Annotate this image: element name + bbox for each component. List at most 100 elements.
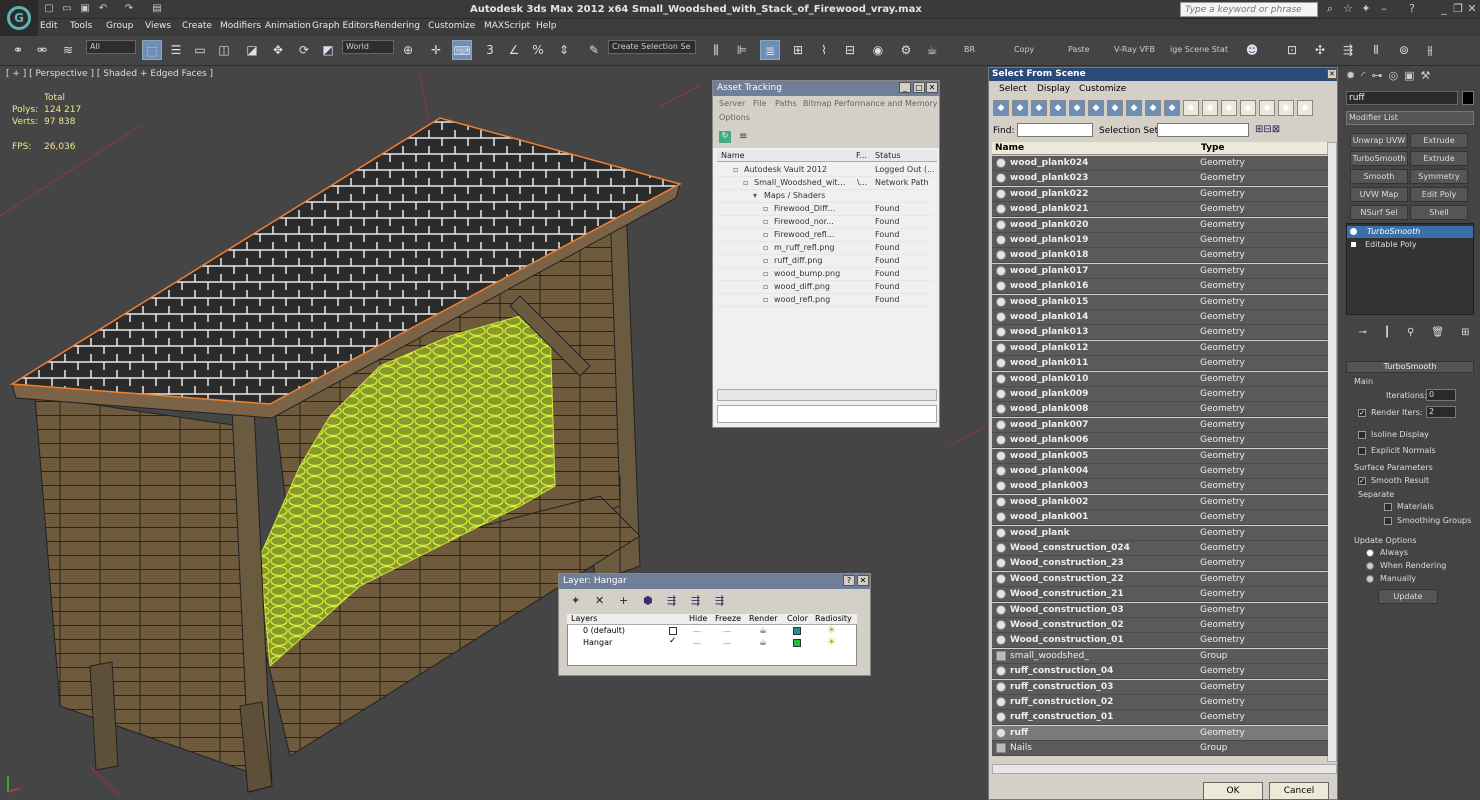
modifier-list-dropdown[interactable]: Modifier List bbox=[1346, 111, 1474, 125]
object-name-field[interactable]: ruff bbox=[1346, 91, 1458, 105]
selection-filter-dropdown[interactable]: All bbox=[86, 40, 136, 54]
reference-coord-dropdown[interactable]: World bbox=[342, 40, 394, 54]
always-radio[interactable] bbox=[1366, 549, 1374, 557]
freeze-toggle-icon[interactable]: — bbox=[723, 639, 731, 648]
percent-snap-icon[interactable]: % bbox=[528, 40, 548, 60]
find-case-icon[interactable]: ◆ bbox=[1297, 100, 1313, 116]
find-input[interactable] bbox=[1017, 123, 1093, 137]
display-lights-icon[interactable]: ◆ bbox=[1031, 100, 1047, 116]
scene-object-row[interactable]: wood_plank008 Geometry bbox=[992, 402, 1328, 418]
selection-set-dropdown[interactable] bbox=[1157, 123, 1249, 137]
asset-menu-file[interactable]: File bbox=[753, 99, 766, 108]
star-icon[interactable]: ☆ bbox=[1340, 2, 1356, 17]
link-icon[interactable]: ⚭ bbox=[8, 40, 28, 60]
object-color-swatch[interactable] bbox=[1462, 91, 1474, 105]
copy-button[interactable]: Copy bbox=[1014, 45, 1034, 54]
menu-animation[interactable]: Animation bbox=[265, 21, 311, 31]
create-tab-icon[interactable]: ✹ bbox=[1346, 69, 1355, 85]
scene-object-row[interactable]: wood_plank019 Geometry bbox=[992, 233, 1328, 248]
modifier-button-nsurf-sel[interactable]: NSurf Sel bbox=[1350, 205, 1408, 220]
asset-row[interactable]: ▫ Small_Woodshed_wit... \... Network Path bbox=[717, 177, 933, 190]
asset-row[interactable]: ▫ Firewood_Diff... Found bbox=[717, 203, 933, 216]
scene-object-row[interactable]: wood_plank024 Geometry bbox=[992, 156, 1328, 171]
display-none-icon[interactable]: ◆ bbox=[1240, 100, 1256, 116]
layer-manager-icon[interactable]: ≣ bbox=[760, 40, 780, 60]
hide-toggle-icon[interactable]: — bbox=[693, 627, 701, 636]
scene-object-row[interactable]: wood_plank020 Geometry bbox=[992, 217, 1328, 233]
cancel-button[interactable]: Cancel bbox=[1269, 782, 1329, 800]
render-teapot-icon[interactable]: ☕ bbox=[759, 626, 767, 636]
display-helpers-icon[interactable]: ◆ bbox=[1069, 100, 1085, 116]
layer-color-swatch[interactable] bbox=[793, 627, 801, 635]
asset-row[interactable]: ▫ ruff_diff.png Found bbox=[717, 255, 933, 268]
spinner-snap-icon[interactable]: ⇕ bbox=[554, 40, 574, 60]
freeze-all-icon[interactable]: ⇶ bbox=[715, 594, 729, 608]
update-button[interactable]: Update bbox=[1378, 589, 1438, 604]
menu-help[interactable]: Help bbox=[536, 21, 557, 31]
pivot-center-icon[interactable]: ⊕ bbox=[398, 40, 418, 60]
motion-tab-icon[interactable]: ◎ bbox=[1388, 69, 1398, 85]
scene-object-row[interactable]: wood_plank003 Geometry bbox=[992, 479, 1328, 495]
hide-all-icon[interactable]: ⇶ bbox=[691, 594, 705, 608]
sort-icon[interactable]: ◆ bbox=[1278, 100, 1294, 116]
display-shapes-icon[interactable]: ◆ bbox=[1012, 100, 1028, 116]
redo-icon[interactable]: ↷ bbox=[122, 3, 136, 16]
asset-menu-options[interactable]: Options bbox=[719, 113, 750, 122]
layer-color-swatch[interactable] bbox=[793, 639, 801, 647]
menu-views[interactable]: Views bbox=[145, 21, 171, 31]
extra-tool-3-icon[interactable]: ⇶ bbox=[1338, 40, 1358, 60]
pin-stack-icon[interactable]: ⊸ bbox=[1359, 327, 1367, 343]
display-invert-icon[interactable]: ◆ bbox=[1259, 100, 1275, 116]
scene-object-row[interactable]: wood_plank018 Geometry bbox=[992, 248, 1328, 264]
material-editor-icon[interactable]: ◉ bbox=[868, 40, 888, 60]
scene-object-row[interactable]: ruff_construction_03 Geometry bbox=[992, 679, 1328, 695]
curve-editor-icon[interactable]: ⌇ bbox=[814, 40, 834, 60]
asset-row[interactable]: ▫ m_ruff_refl.png Found bbox=[717, 242, 933, 255]
utilities-tab-icon[interactable]: ⚒ bbox=[1421, 69, 1431, 85]
extra-tool-4-icon[interactable]: ⫴ bbox=[1366, 40, 1386, 60]
render-setup-icon[interactable]: ⚙ bbox=[896, 40, 916, 60]
radiosity-icon[interactable]: ☀ bbox=[827, 625, 836, 636]
modifier-button-extrude[interactable]: Extrude bbox=[1410, 133, 1468, 148]
menu-maxscript[interactable]: MAXScript bbox=[484, 21, 530, 31]
make-unique-icon[interactable]: ⚲ bbox=[1407, 327, 1414, 343]
list-view-icon[interactable]: ≡ bbox=[739, 131, 751, 143]
select-from-scene-titlebar[interactable]: Select From Scene bbox=[989, 68, 1337, 81]
scene-object-row[interactable]: ruff_construction_02 Geometry bbox=[992, 695, 1328, 710]
menu-graph-editors[interactable]: Graph Editors bbox=[312, 21, 374, 31]
scene-object-row[interactable]: wood_plank006 Geometry bbox=[992, 433, 1328, 449]
modifier-button-shell[interactable]: Shell bbox=[1410, 205, 1468, 220]
angle-snap-icon[interactable]: ∠ bbox=[504, 40, 524, 60]
menu-tools[interactable]: Tools bbox=[70, 21, 92, 31]
extra-tool-1-icon[interactable]: ⊡ bbox=[1282, 40, 1302, 60]
sfs-menu-display[interactable]: Display bbox=[1037, 84, 1070, 94]
turbosmooth-rollout-header[interactable]: TurboSmooth bbox=[1346, 361, 1474, 373]
communication-icon[interactable]: ✦ bbox=[1358, 2, 1374, 17]
rectangle-selection-icon[interactable]: ▭ bbox=[190, 40, 210, 60]
asset-menu-paths[interactable]: Paths bbox=[775, 99, 797, 108]
menu-customize[interactable]: Customize bbox=[428, 21, 475, 31]
keyboard-shortcut-override-icon[interactable]: ⌨ bbox=[452, 40, 472, 60]
modifier-button-symmetry[interactable]: Symmetry bbox=[1410, 169, 1468, 184]
scene-object-row[interactable]: wood_plank022 Geometry bbox=[992, 186, 1328, 202]
asset-row[interactable]: ▾ Maps / Shaders bbox=[717, 190, 933, 203]
stack-turbosmooth[interactable]: TurboSmooth bbox=[1347, 226, 1473, 238]
select-move-icon[interactable]: ◪ bbox=[242, 40, 262, 60]
app-logo-button[interactable]: G bbox=[0, 0, 38, 36]
window-crossing-icon[interactable]: ◫ bbox=[214, 40, 234, 60]
active-layer-check-icon[interactable]: ✓ bbox=[669, 636, 677, 646]
scene-object-row[interactable]: Wood_construction_01 Geometry bbox=[992, 633, 1328, 649]
layer-col-render[interactable]: Render bbox=[749, 614, 777, 623]
binoculars-icon[interactable]: ⌕ bbox=[1322, 2, 1338, 17]
layer-row-hangar[interactable]: Hangar bbox=[583, 638, 612, 647]
set-tools-icon[interactable]: ⊞⊟⊠ bbox=[1255, 124, 1280, 135]
asset-row[interactable]: ▫ wood_bump.png Found bbox=[717, 268, 933, 281]
scene-object-row[interactable]: ruff Geometry bbox=[992, 725, 1328, 741]
select-object-icon[interactable]: ⬚ bbox=[142, 40, 162, 60]
paste-button[interactable]: Paste bbox=[1068, 45, 1090, 54]
modifier-button-edit-poly[interactable]: Edit Poly bbox=[1410, 187, 1468, 202]
scene-object-row[interactable]: Wood_construction_024 Geometry bbox=[992, 541, 1328, 556]
scene-object-row[interactable]: wood_plank002 Geometry bbox=[992, 494, 1328, 510]
scene-object-row[interactable]: wood_plank004 Geometry bbox=[992, 464, 1328, 479]
extra-tool-6-icon[interactable]: ⫵ bbox=[1420, 40, 1440, 60]
